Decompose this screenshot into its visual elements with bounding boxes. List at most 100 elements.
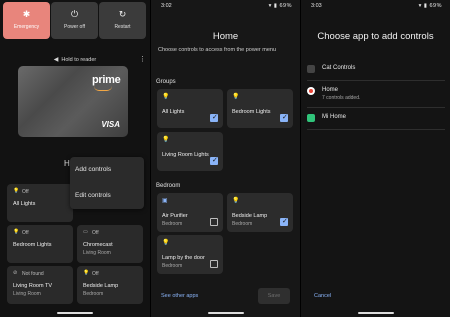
menu-item-add-controls[interactable]: Add controls — [70, 157, 144, 183]
control-checkbox[interactable] — [210, 113, 218, 122]
asterisk-icon: ✱ — [22, 9, 31, 19]
status-time: 3:03 — [311, 3, 322, 9]
tile-name: Chromecast — [83, 242, 113, 248]
tile-name: Living Room TV — [13, 283, 53, 289]
control-bedside-lamp[interactable]: 💡 Bedside Lamp Bedroom — [227, 193, 293, 232]
gesture-nav-bar[interactable] — [207, 312, 244, 314]
page-title: Home — [212, 31, 239, 42]
more-options-icon[interactable]: ⋮ — [139, 56, 146, 63]
wifi-icon: ▾ — [268, 3, 272, 9]
battery-icon: ▮ — [423, 3, 428, 9]
control-checkbox[interactable] — [280, 217, 288, 226]
restart-label: Restart — [114, 24, 131, 30]
tile-status: Off — [22, 189, 29, 195]
bulb-icon: 💡 — [83, 270, 90, 276]
home-controls-screen: 3:02 ▾ ▮ 69% Home Choose controls to acc… — [151, 0, 300, 317]
power-menu-screen: ✱ Emergency ⏻ Power off ↻ Restart ◀ Hold … — [0, 0, 150, 317]
control-name: Air Purifier — [162, 213, 188, 219]
section-groups-label: Groups — [156, 79, 176, 85]
cat-controls-app-icon — [307, 65, 315, 73]
emergency-label: Emergency — [13, 24, 40, 30]
bulb-icon: 💡 — [162, 137, 170, 143]
control-checkbox[interactable] — [210, 260, 218, 268]
hold-to-reader-label: Hold to reader — [61, 57, 97, 63]
battery-percent: 69% — [279, 3, 292, 9]
tile-status: Off — [92, 271, 99, 277]
status-bar: 3:03 ▾ ▮ 69% — [301, 3, 450, 11]
page-subtitle: Choose controls to access from the power… — [158, 47, 277, 53]
control-checkbox[interactable] — [280, 113, 288, 122]
tile-chromecast[interactable]: ▭ Off Chromecast Living Room — [77, 225, 143, 263]
section-bedroom-label: Bedroom — [156, 183, 181, 189]
status-bar: 3:02 ▾ ▮ 69% — [151, 3, 300, 11]
warning-icon: ⊘ — [13, 270, 18, 276]
restart-button[interactable]: ↻ Restart — [99, 2, 146, 39]
status-icons: ▾ ▮ 69% — [419, 3, 442, 9]
app-name: Cat Controls — [322, 65, 356, 71]
tile-room: Living Room — [13, 291, 41, 297]
google-home-app-icon — [307, 87, 315, 95]
bulb-icon: 💡 — [232, 198, 240, 204]
card-brand: prime — [92, 74, 121, 86]
control-checkbox[interactable] — [210, 156, 218, 165]
control-room: Bedroom — [162, 263, 183, 269]
menu-item-edit-controls[interactable]: Edit controls — [70, 183, 144, 209]
tile-name: Bedside Lamp — [83, 283, 119, 289]
tile-name: Bedroom Lights — [13, 242, 52, 248]
air-purifier-icon: ▣ — [162, 198, 168, 204]
tile-room: Living Room — [83, 250, 111, 256]
app-name: Mi Home — [322, 114, 347, 120]
tile-status: Not found — [22, 271, 44, 277]
nfc-icon: ◀ — [53, 57, 59, 63]
control-name: Living Room Lights — [162, 152, 209, 158]
tile-bedroom-lights[interactable]: 💡 Off Bedroom Lights — [7, 225, 73, 263]
see-other-apps-link[interactable]: See other apps — [161, 293, 198, 299]
control-bedroom-lights[interactable]: 💡 Bedroom Lights — [227, 89, 293, 128]
save-button[interactable]: Save — [258, 288, 290, 304]
cancel-button[interactable]: Cancel — [314, 293, 331, 299]
control-checkbox[interactable] — [210, 218, 218, 226]
card-network: VISA — [101, 120, 120, 129]
power-icon: ⏻ — [70, 9, 79, 19]
control-living-room-lights[interactable]: 💡 Living Room Lights — [157, 132, 223, 171]
controls-popup-menu: Add controls Edit controls — [70, 157, 144, 209]
page-title: Choose app to add controls — [317, 31, 434, 42]
emergency-button[interactable]: ✱ Emergency — [3, 2, 50, 39]
control-name: Bedside Lamp — [232, 213, 268, 219]
battery-icon: ▮ — [273, 3, 278, 9]
tile-all-lights[interactable]: 💡 Off All Lights — [7, 184, 73, 222]
divider — [307, 80, 445, 81]
status-icons: ▾ ▮ 69% — [269, 3, 292, 9]
control-all-lights[interactable]: 💡 All Lights — [157, 89, 223, 128]
app-name: Home — [322, 87, 339, 93]
bulb-icon: 💡 — [13, 188, 20, 194]
payment-card[interactable]: prime VISA — [18, 66, 128, 137]
control-name: Bedroom Lights — [232, 109, 271, 115]
divider — [307, 107, 445, 108]
bulb-icon: 💡 — [13, 229, 20, 235]
bulb-icon: 💡 — [162, 240, 170, 246]
bulb-icon: 💡 — [232, 94, 240, 100]
wifi-icon: ▾ — [418, 3, 422, 9]
cast-icon: ▭ — [83, 229, 88, 235]
gesture-nav-bar[interactable] — [357, 312, 394, 314]
control-name: All Lights — [162, 109, 185, 115]
control-lamp-by-the-door[interactable]: 💡 Lamp by the door Bedroom — [157, 235, 223, 274]
battery-percent: 69% — [429, 3, 442, 9]
control-room: Bedroom — [162, 221, 183, 227]
tile-bedside-lamp[interactable]: 💡 Off Bedside Lamp Bedroom — [77, 266, 143, 304]
tile-name: All Lights — [13, 201, 36, 207]
power-off-button[interactable]: ⏻ Power off — [51, 2, 98, 39]
tile-room: Bedroom — [83, 291, 104, 297]
mi-home-app-icon — [307, 114, 315, 122]
divider — [307, 129, 445, 130]
tile-status: Off — [92, 230, 99, 236]
tile-living-room-tv[interactable]: ⊘ Not found Living Room TV Living Room — [7, 266, 73, 304]
control-room: Bedroom — [232, 221, 253, 227]
gesture-nav-bar[interactable] — [57, 312, 93, 314]
control-air-purifier[interactable]: ▣ Air Purifier Bedroom — [157, 193, 223, 232]
status-time: 3:02 — [161, 3, 172, 9]
hold-to-reader-hint: ◀ Hold to reader — [0, 56, 150, 63]
control-name: Lamp by the door — [162, 255, 205, 261]
restart-icon: ↻ — [118, 9, 127, 19]
